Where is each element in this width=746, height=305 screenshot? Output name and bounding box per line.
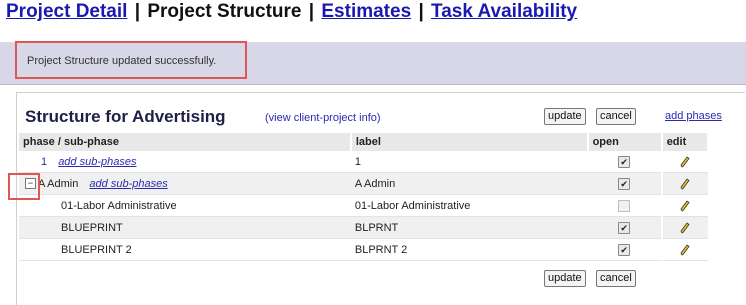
phase-name: BLUEPRINT xyxy=(19,216,351,239)
phase-name: 1 xyxy=(41,155,48,168)
add-phases-link[interactable]: add phases xyxy=(665,110,722,122)
phase-label: 1 xyxy=(350,151,588,173)
open-checkbox[interactable]: ✔ xyxy=(618,155,631,168)
update-button-top[interactable]: update xyxy=(544,108,586,125)
add-sub-phases-link[interactable]: add sub-phases xyxy=(58,156,136,168)
pencil-icon[interactable] xyxy=(679,177,691,190)
phase-label: A Admin xyxy=(350,172,588,195)
nav-estimates[interactable]: Estimates xyxy=(321,1,411,22)
phase-name: 01-Labor Administrative xyxy=(19,194,351,217)
phase-label: BLPRNT 2 xyxy=(350,238,588,261)
table-row: BLUEPRINT BLPRNT ✔ xyxy=(19,216,708,239)
nav-project-structure: Project Structure xyxy=(147,1,302,22)
table-header-row: phase / sub-phase label open edit xyxy=(19,133,710,151)
add-sub-phases-link[interactable]: add sub-phases xyxy=(89,178,167,190)
nav-separator: | xyxy=(134,1,141,22)
nav-separator: | xyxy=(308,1,315,22)
header-label: label xyxy=(350,133,589,151)
header-edit: edit xyxy=(661,133,710,151)
pencil-icon[interactable] xyxy=(679,155,691,168)
success-message: Project Structure updated successfully. xyxy=(27,55,217,67)
collapse-highlight-box xyxy=(8,173,40,200)
pencil-icon[interactable] xyxy=(679,243,691,256)
update-button-bottom[interactable]: update xyxy=(544,270,586,287)
table-row: BLUEPRINT 2 BLPRNT 2 ✔ xyxy=(19,238,708,261)
open-checkbox[interactable]: ✔ xyxy=(618,221,631,234)
nav-task-availability[interactable]: Task Availability xyxy=(431,1,577,22)
phase-name: A Admin xyxy=(38,177,79,190)
table-row: 1 add sub-phases 1 ✔ xyxy=(19,151,708,173)
pencil-icon[interactable] xyxy=(679,221,691,234)
pencil-icon[interactable] xyxy=(679,199,691,212)
phase-label: 01-Labor Administrative xyxy=(350,194,588,217)
open-checkbox[interactable] xyxy=(618,199,631,212)
cancel-button-bottom[interactable]: cancel xyxy=(596,270,636,287)
phase-name: BLUEPRINT 2 xyxy=(19,238,351,261)
nav-separator: | xyxy=(418,1,424,22)
view-client-project-info-link[interactable]: (view client-project info) xyxy=(265,112,381,124)
open-checkbox[interactable]: ✔ xyxy=(618,243,631,256)
structure-title: Structure for Advertising xyxy=(25,107,226,126)
top-navigation: Project Detail | Project Structure | Est… xyxy=(6,1,577,23)
header-phase: phase / sub-phase xyxy=(19,133,352,151)
cancel-button-top[interactable]: cancel xyxy=(596,108,636,125)
phase-label: BLPRNT xyxy=(350,216,588,239)
table-row: 01-Labor Administrative 01-Labor Adminis… xyxy=(19,194,708,217)
table-row: − A Admin add sub-phases A Admin ✔ xyxy=(19,172,708,195)
open-checkbox[interactable]: ✔ xyxy=(618,177,631,190)
header-open: open xyxy=(587,133,663,151)
phase-table: phase / sub-phase label open edit 1 add … xyxy=(19,133,710,261)
nav-project-detail[interactable]: Project Detail xyxy=(6,1,127,22)
